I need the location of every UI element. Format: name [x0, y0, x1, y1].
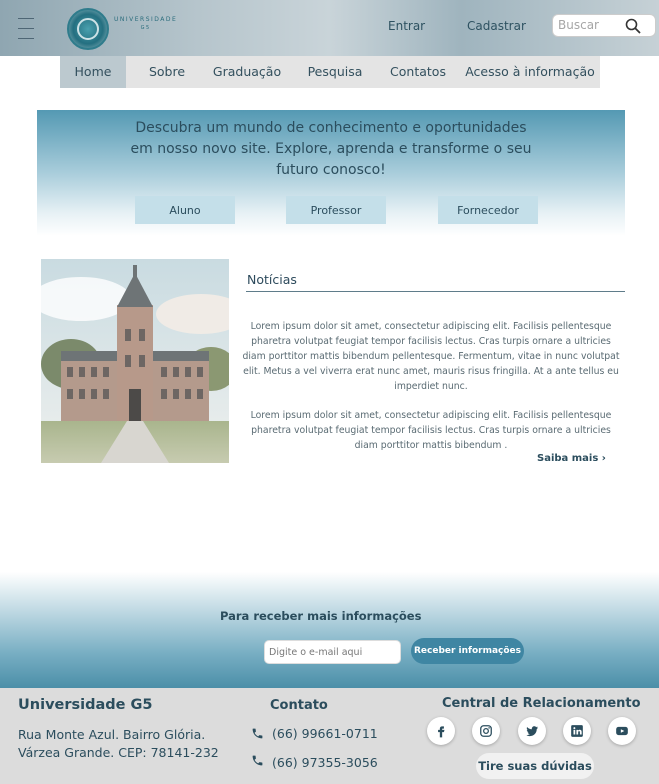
- university-building-image: [41, 259, 229, 463]
- nav-item-pesquisa[interactable]: Pesquisa: [304, 56, 366, 88]
- search-box: [552, 14, 656, 37]
- phone-icon: [252, 755, 263, 766]
- contact-title: Contato: [270, 698, 328, 713]
- news-paragraph: Lorem ipsum dolor sit amet, consectetur …: [250, 410, 612, 451]
- phone-icon: [252, 728, 263, 739]
- newsletter-section: Para receber mais informações Receber in…: [0, 572, 659, 688]
- email-field[interactable]: [264, 640, 401, 664]
- news-paragraph: Lorem ipsum dolor sit amet, consectetur …: [242, 321, 620, 392]
- footer-address-line: Várzea Grande. CEP: 78141-232: [18, 745, 219, 760]
- professor-button[interactable]: Professor: [286, 196, 386, 224]
- youtube-icon[interactable]: [608, 717, 636, 745]
- search-input[interactable]: [558, 18, 628, 32]
- aluno-button[interactable]: Aluno: [135, 196, 235, 224]
- logo-wordmark: UNIVERSIDADE G5: [114, 16, 178, 31]
- subscribe-button[interactable]: Receber informações: [411, 638, 524, 664]
- twitter-icon[interactable]: [518, 717, 546, 745]
- university-logo[interactable]: [67, 8, 109, 50]
- phone-number[interactable]: (66) 97355-3056: [272, 755, 378, 770]
- nav-item-graduacao[interactable]: Graduação: [208, 56, 286, 88]
- menu-icon[interactable]: [18, 18, 34, 40]
- news-title: Notícias: [247, 272, 297, 287]
- hero-banner: Descubra um mundo de conhecimento e opor…: [37, 110, 625, 236]
- login-link[interactable]: Entrar: [388, 19, 425, 33]
- fornecedor-button[interactable]: Fornecedor: [438, 196, 538, 224]
- saiba-mais-link[interactable]: Saiba mais ›: [537, 453, 606, 464]
- nav-item-home[interactable]: Home: [60, 56, 126, 88]
- linkedin-icon[interactable]: [563, 717, 591, 745]
- instagram-icon[interactable]: [472, 717, 500, 745]
- relations-title: Central de Relacionamento: [442, 696, 641, 711]
- main-nav: Home Sobre Graduação Pesquisa Contatos A…: [60, 56, 600, 88]
- site-footer: Universidade G5 Rua Monte Azul. Bairro G…: [0, 688, 659, 784]
- help-button[interactable]: Tire suas dúvidas: [476, 753, 594, 779]
- nav-item-contatos[interactable]: Contatos: [385, 56, 451, 88]
- news-divider: [246, 291, 625, 292]
- nav-item-sobre[interactable]: Sobre: [142, 56, 192, 88]
- nav-item-acesso[interactable]: Acesso à informação: [463, 56, 597, 88]
- hero-text: Descubra um mundo de conhecimento e opor…: [130, 120, 532, 178]
- site-header: UNIVERSIDADE G5 Entrar Cadastrar: [0, 0, 659, 56]
- footer-address-line: Rua Monte Azul. Bairro Glória.: [18, 727, 206, 742]
- signup-link[interactable]: Cadastrar: [467, 19, 526, 33]
- newsletter-title: Para receber mais informações: [220, 609, 422, 623]
- phone-number[interactable]: (66) 99661-0711: [272, 726, 378, 741]
- footer-university-name: Universidade G5: [18, 697, 153, 713]
- search-icon[interactable]: [625, 18, 641, 34]
- facebook-icon[interactable]: [427, 717, 455, 745]
